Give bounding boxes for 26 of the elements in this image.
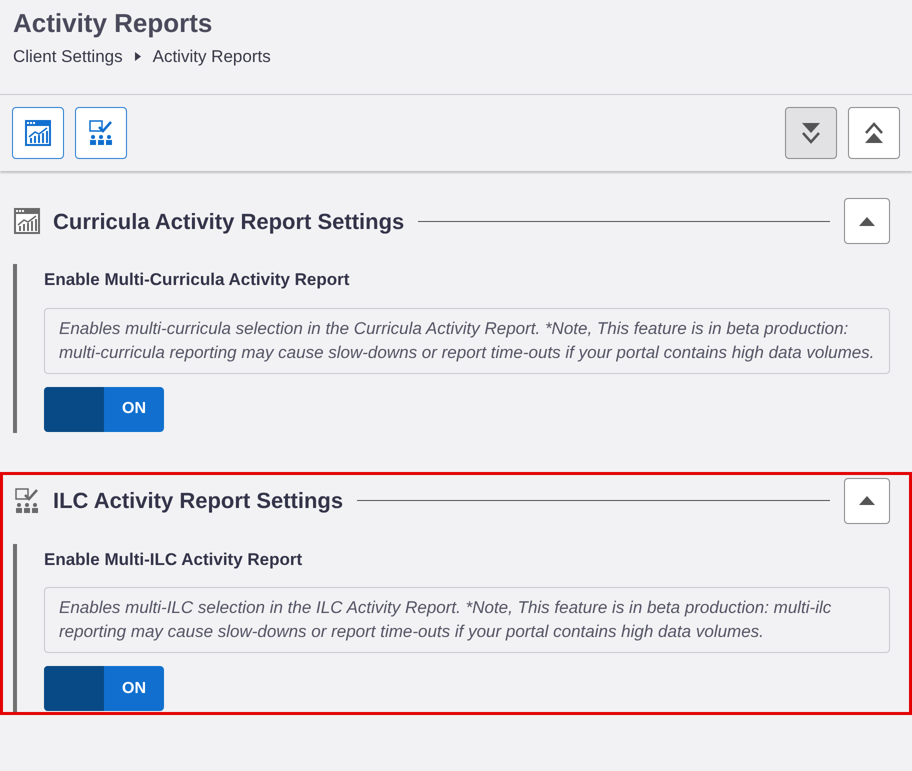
double-chevron-down-icon — [801, 122, 821, 144]
jump-button[interactable] — [75, 107, 127, 159]
setting-label: Enable Multi-Curricula Activity Report — [44, 269, 350, 291]
collapse-all-button[interactable] — [848, 107, 900, 159]
chart-icon — [13, 207, 41, 235]
caret-up-icon — [859, 216, 875, 226]
expand-all-button[interactable] — [785, 107, 837, 159]
breadcrumb-item[interactable]: Activity Reports — [152, 44, 271, 70]
toggle-switch[interactable]: ON — [44, 666, 164, 711]
setting-description: Enables multi-curricula selection in the Curricula Activity Report. *Note, This feature is in beta production: multi-curricula reporting may cause slow-downs or report time-outs if your portal contains high data volumes. — [44, 308, 890, 374]
checklist-icon — [87, 119, 115, 147]
jump-button[interactable] — [12, 107, 64, 159]
toggle-switch[interactable]: ON — [44, 386, 164, 432]
double-chevron-up-icon — [864, 122, 884, 144]
checklist-icon — [13, 486, 41, 514]
caret-up-icon — [859, 496, 875, 505]
section-title: ILC Activity Report Settings — [53, 487, 344, 515]
setting-description: Enables multi-ILC selection in the ILC Activity Report. *Note, This feature is in beta production: multi-ilc reporting may cause slow-downs or report time-outs if your portal contains high data volumes. — [44, 587, 890, 653]
chart-icon — [24, 119, 52, 147]
breadcrumb-item[interactable]: Client Settings — [13, 44, 123, 70]
section-toggle-button[interactable] — [844, 198, 890, 244]
page-title: Activity Reports — [13, 7, 214, 40]
section-title: Curricula Activity Report Settings — [53, 208, 404, 236]
setting-label: Enable Multi-ILC Activity Report — [44, 548, 304, 570]
section-toggle-button[interactable] — [844, 478, 890, 524]
caret-icon — [134, 52, 141, 62]
